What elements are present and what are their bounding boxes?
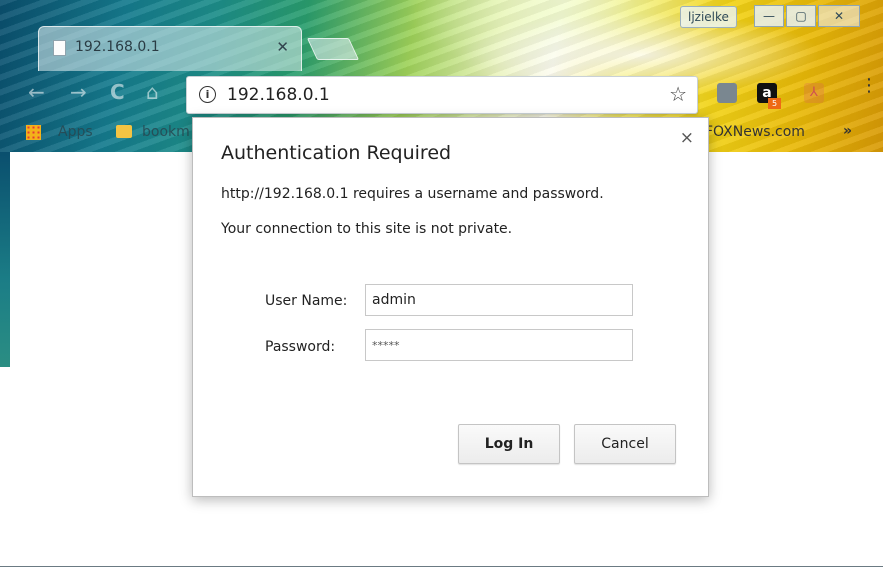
tab-close-icon[interactable]: ✕ (276, 38, 289, 56)
url-text[interactable]: 192.168.0.1 (227, 85, 330, 105)
menu-icon[interactable]: ⋮ (860, 77, 878, 95)
pdf-extension-icon[interactable]: ⅄ (804, 83, 824, 103)
site-info-icon[interactable]: i (199, 86, 216, 103)
dialog-title: Authentication Required (221, 142, 452, 164)
home-icon[interactable]: ⌂ (146, 80, 159, 104)
password-label: Password: (265, 339, 336, 355)
forward-icon[interactable]: → (70, 80, 87, 104)
username-input[interactable] (365, 284, 633, 316)
window-close-button[interactable]: ✕ (818, 5, 860, 27)
amazon-badge: 5 (768, 98, 781, 109)
bookmark-star-icon[interactable]: ☆ (669, 82, 687, 106)
password-input[interactable] (365, 329, 633, 361)
tab-title: 192.168.0.1 (75, 39, 160, 55)
page-icon (53, 40, 66, 56)
bookmark-foxnews[interactable]: FOXNews.com (705, 124, 805, 140)
dialog-message: http://192.168.0.1 requires a username a… (221, 186, 604, 202)
folder-icon (116, 125, 132, 138)
reload-icon[interactable]: C (110, 80, 125, 104)
more-bookmarks-icon[interactable]: » (843, 123, 852, 139)
back-icon[interactable]: ← (28, 80, 45, 104)
bookmark-folder[interactable]: bookm (142, 124, 190, 140)
cancel-button[interactable]: Cancel (574, 424, 676, 464)
apps-icon[interactable] (26, 125, 41, 140)
username-label: User Name: (265, 293, 348, 309)
profile-button[interactable]: ljzielke (680, 6, 737, 28)
dialog-warning: Your connection to this site is not priv… (221, 221, 513, 237)
dialog-close-icon[interactable]: × (680, 128, 694, 148)
login-button[interactable]: Log In (458, 424, 560, 464)
gray-extension-icon[interactable] (717, 83, 737, 103)
maximize-button[interactable]: ▢ (786, 5, 816, 27)
minimize-button[interactable]: — (754, 5, 784, 27)
bookmark-apps[interactable]: Apps (58, 124, 93, 140)
address-bar[interactable]: i 192.168.0.1 ☆ (186, 76, 698, 114)
auth-dialog: × Authentication Required http://192.168… (192, 117, 709, 497)
tab-active[interactable]: 192.168.0.1 ✕ (38, 26, 302, 71)
